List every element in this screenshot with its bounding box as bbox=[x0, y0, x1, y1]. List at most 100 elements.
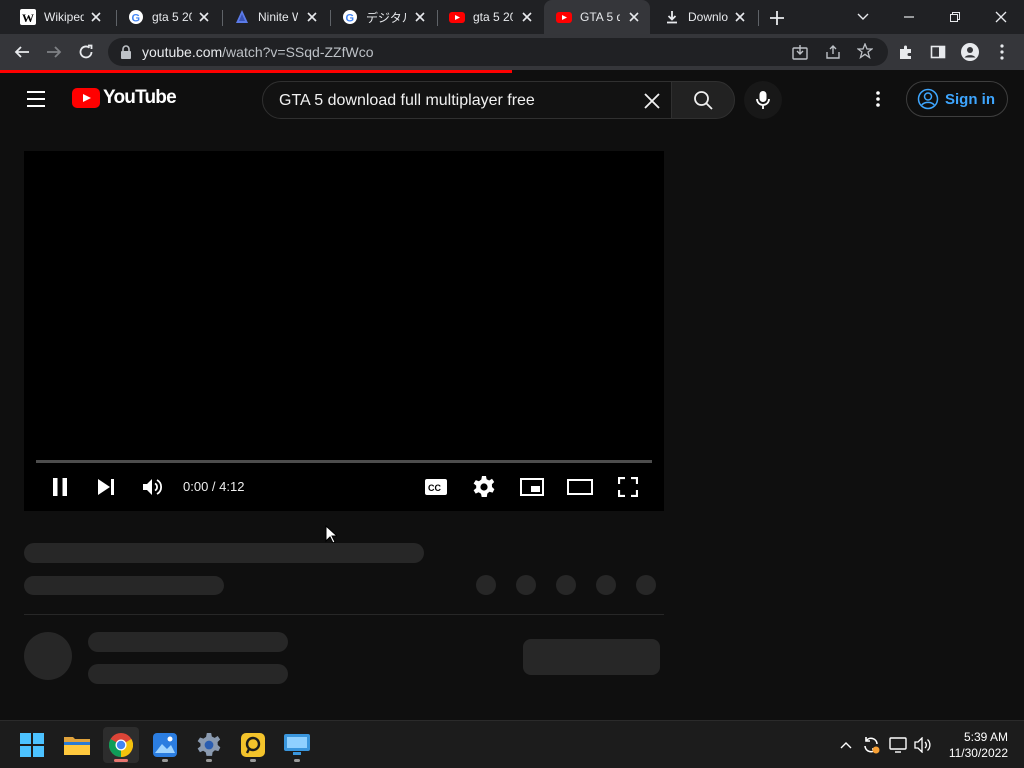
clear-search-button[interactable] bbox=[639, 88, 665, 114]
next-button[interactable] bbox=[90, 472, 122, 502]
hamburger-icon bbox=[27, 91, 45, 107]
chrome-menu-button[interactable] bbox=[988, 38, 1016, 66]
minimize-button[interactable] bbox=[886, 0, 932, 34]
close-tab-icon[interactable] bbox=[88, 9, 104, 25]
network-icon bbox=[889, 737, 907, 753]
close-icon bbox=[995, 11, 1007, 23]
close-icon bbox=[644, 93, 660, 109]
pause-icon bbox=[53, 478, 67, 496]
tab-youtube-search[interactable]: gta 5 2022 bbox=[437, 0, 543, 34]
yellow-app-button[interactable] bbox=[235, 727, 271, 763]
mute-button[interactable] bbox=[137, 472, 169, 502]
volume-tray[interactable] bbox=[913, 735, 933, 755]
side-panel-button[interactable] bbox=[924, 38, 952, 66]
forward-button[interactable] bbox=[40, 38, 68, 66]
close-tab-icon[interactable] bbox=[519, 9, 535, 25]
closed-captions-icon: CC bbox=[425, 479, 447, 495]
side-panel-icon bbox=[930, 45, 946, 59]
back-button[interactable] bbox=[8, 38, 36, 66]
tab-search-button[interactable] bbox=[840, 0, 886, 34]
close-tab-icon[interactable] bbox=[412, 9, 428, 25]
clock-time: 5:39 AM bbox=[963, 730, 1008, 744]
youtube-logo[interactable]: YouTube bbox=[72, 87, 177, 109]
subscribe-placeholder bbox=[523, 639, 660, 675]
running-indicator bbox=[162, 759, 168, 762]
kebab-menu-icon bbox=[876, 91, 880, 107]
theater-mode-button[interactable] bbox=[564, 472, 596, 502]
youtube-logo-text: YouTube bbox=[103, 87, 177, 108]
tab-digital[interactable]: G デジタル bbox=[330, 0, 436, 34]
file-explorer-icon bbox=[64, 737, 90, 755]
taskbar-clock[interactable]: 5:39 AM 11/30/2022 bbox=[944, 729, 1008, 761]
tab-wikipedia[interactable]: W Wikipedia bbox=[8, 0, 112, 34]
fullscreen-button[interactable] bbox=[612, 472, 644, 502]
restore-button[interactable] bbox=[932, 0, 978, 34]
video-player[interactable]: 0:00 / 4:12 CC bbox=[24, 151, 664, 511]
svg-text:CC: CC bbox=[428, 483, 441, 493]
guide-menu-button[interactable] bbox=[24, 89, 48, 109]
extensions-button[interactable] bbox=[892, 38, 920, 66]
miniplayer-button[interactable] bbox=[516, 472, 548, 502]
ninite-icon bbox=[234, 9, 250, 25]
photos-icon bbox=[153, 733, 177, 757]
close-tab-icon[interactable] bbox=[732, 9, 748, 25]
photos-button[interactable] bbox=[147, 727, 183, 763]
youtube-icon bbox=[556, 9, 572, 25]
tab-title: Wikipedia bbox=[44, 10, 84, 24]
voice-search-button[interactable] bbox=[744, 81, 782, 119]
reload-button[interactable] bbox=[72, 38, 100, 66]
youtube-icon bbox=[449, 9, 465, 25]
running-indicator bbox=[206, 759, 212, 762]
install-app-icon[interactable] bbox=[792, 44, 808, 65]
url-text: youtube.com/watch?v=SSqd-ZZfWco bbox=[142, 44, 374, 60]
address-bar[interactable]: youtube.com/watch?v=SSqd-ZZfWco bbox=[108, 38, 888, 66]
subtitles-button[interactable]: CC bbox=[420, 472, 452, 502]
svg-text:W: W bbox=[22, 11, 34, 25]
tab-downloads[interactable]: Downloads bbox=[652, 0, 756, 34]
running-indicator bbox=[114, 759, 128, 762]
tab-gta-search[interactable]: G gta 5 2022 bbox=[116, 0, 220, 34]
search-button[interactable] bbox=[671, 81, 735, 119]
pause-button[interactable] bbox=[44, 472, 76, 502]
tab-title: gta 5 2022 bbox=[152, 10, 192, 24]
sync-status-tray[interactable] bbox=[861, 735, 881, 755]
network-tray[interactable] bbox=[888, 735, 908, 755]
metadata-placeholder bbox=[24, 576, 224, 595]
bookmark-star-icon[interactable] bbox=[856, 42, 874, 64]
sign-in-label: Sign in bbox=[945, 90, 995, 108]
settings-icon bbox=[197, 733, 221, 756]
kebab-menu-icon bbox=[1000, 44, 1004, 60]
plus-icon bbox=[770, 11, 784, 25]
avatar-placeholder bbox=[24, 632, 72, 680]
start-button[interactable] bbox=[14, 727, 50, 763]
settings-app-button[interactable] bbox=[191, 727, 227, 763]
remote-desktop-button[interactable] bbox=[279, 727, 315, 763]
settings-button[interactable] bbox=[468, 472, 500, 502]
show-hidden-icons-button[interactable] bbox=[836, 735, 856, 755]
search-input[interactable]: GTA 5 download full multiplayer free bbox=[279, 92, 535, 110]
divider bbox=[24, 614, 664, 615]
action-placeholder bbox=[596, 575, 616, 595]
tab-ninite[interactable]: Ninite W bbox=[222, 0, 328, 34]
chrome-button[interactable] bbox=[103, 727, 139, 763]
sign-in-button[interactable]: Sign in bbox=[906, 81, 1008, 117]
channel-name-placeholder bbox=[88, 632, 288, 652]
profile-button[interactable] bbox=[956, 38, 984, 66]
settings-menu-button[interactable] bbox=[866, 87, 890, 111]
search-box[interactable]: GTA 5 download full multiplayer free bbox=[262, 81, 672, 119]
tab-gta-video[interactable]: GTA 5 download bbox=[544, 0, 650, 34]
share-icon[interactable] bbox=[825, 44, 841, 65]
close-tab-icon[interactable] bbox=[626, 9, 642, 25]
channel-meta-placeholder bbox=[88, 664, 288, 684]
new-tab-button[interactable] bbox=[766, 7, 788, 29]
fullscreen-icon bbox=[618, 477, 638, 497]
sync-icon bbox=[864, 737, 880, 754]
file-explorer-button[interactable] bbox=[59, 727, 95, 763]
close-tab-icon[interactable] bbox=[196, 9, 212, 25]
close-window-button[interactable] bbox=[978, 0, 1024, 34]
browser-toolbar: youtube.com/watch?v=SSqd-ZZfWco bbox=[0, 34, 1024, 70]
seek-bar[interactable] bbox=[36, 460, 652, 463]
close-tab-icon[interactable] bbox=[304, 9, 320, 25]
google-icon: G bbox=[128, 9, 144, 25]
lock-icon bbox=[120, 45, 132, 64]
